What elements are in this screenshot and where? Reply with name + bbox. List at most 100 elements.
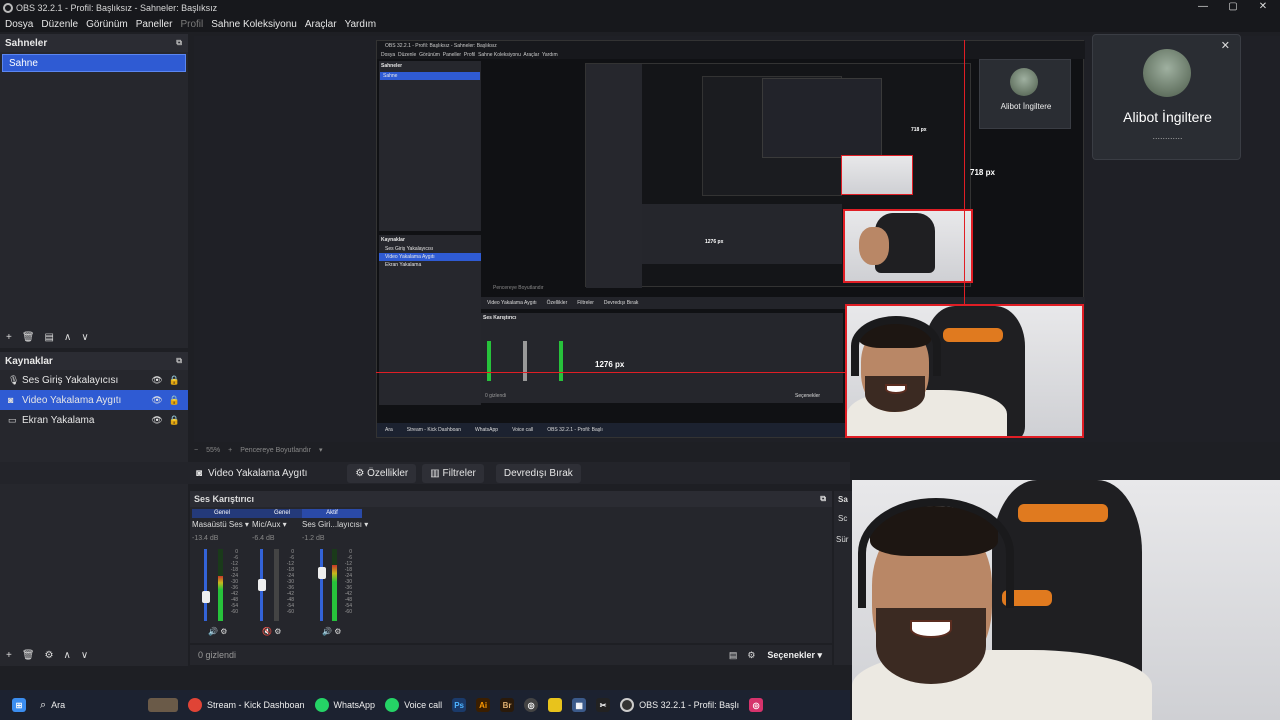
volume-knob[interactable] bbox=[318, 567, 326, 579]
taskbar-item-bridge[interactable]: Br bbox=[500, 690, 515, 720]
menu-profil[interactable]: Profil bbox=[180, 19, 203, 30]
move-down-icon[interactable]: ∨ bbox=[81, 650, 88, 661]
gear-icon[interactable]: ⚙ bbox=[45, 650, 54, 661]
nested-ctx-props: Özellikler bbox=[546, 300, 568, 306]
source-item-screen[interactable]: ▭ Ekran Yakalama 👁 🔒 bbox=[0, 410, 188, 430]
volume-knob[interactable] bbox=[202, 591, 210, 603]
settings-icon[interactable]: ⚙ bbox=[274, 627, 281, 636]
selected-webcam-source[interactable] bbox=[845, 304, 1084, 438]
fit-to-window[interactable]: Pencereye Boyutlandır bbox=[240, 447, 311, 454]
nested-popup: Alibot İngiltere bbox=[979, 59, 1071, 129]
channel-name-text: Mic/Aux bbox=[252, 520, 281, 529]
menu-dosya[interactable]: Dosya bbox=[5, 19, 33, 30]
distance-label-1276: 1276 px bbox=[595, 360, 625, 369]
source-item-audio[interactable]: 🎙 Ses Giriş Yakalayıcısı 👁 🔒 bbox=[0, 370, 188, 390]
eye-icon[interactable]: 👁 bbox=[151, 375, 162, 386]
taskbar-item-instagram[interactable]: ◎ bbox=[749, 690, 764, 720]
nested-sources-title: Kaynaklar bbox=[381, 237, 405, 243]
taskbar-item-notes[interactable] bbox=[548, 690, 563, 720]
taskbar-item-whatsapp[interactable]: WhatsApp bbox=[314, 690, 375, 720]
add-icon[interactable]: + bbox=[6, 332, 12, 343]
level-meter bbox=[274, 549, 279, 621]
lock-icon[interactable]: 🔒 bbox=[169, 375, 180, 386]
nested-menu-item: Sahne Koleksiyonu bbox=[478, 52, 521, 58]
channel-name-text: Masaüstü Ses bbox=[192, 520, 243, 529]
scene-item[interactable]: Sahne bbox=[2, 54, 186, 72]
obs-icon bbox=[620, 698, 635, 712]
add-icon[interactable]: + bbox=[6, 650, 12, 661]
menu-paneller[interactable]: Paneller bbox=[136, 19, 173, 30]
nested-mixer: Ses Karıştırıcı 0 gizlendi Seçenekler bbox=[481, 313, 843, 403]
close-icon[interactable]: ✕ bbox=[1221, 39, 1230, 52]
taskbar-widget[interactable] bbox=[148, 690, 178, 720]
settings-icon[interactable]: ⚙ bbox=[220, 627, 227, 636]
chevron-down-icon[interactable]: ▾ bbox=[319, 446, 323, 454]
menu-yardim[interactable]: Yardım bbox=[345, 19, 377, 30]
photoshop-icon: Ps bbox=[452, 698, 467, 712]
taskbar-item-chrome[interactable]: Stream - Kick Dashboan bbox=[188, 690, 305, 720]
menu-duzenle[interactable]: Düzenle bbox=[41, 19, 78, 30]
scenes-title: Sahneler bbox=[5, 37, 48, 49]
settings-icon[interactable]: ⚙ bbox=[334, 627, 341, 636]
lock-icon[interactable]: 🔒 bbox=[169, 415, 180, 426]
undock-icon[interactable]: ⧉ bbox=[176, 356, 182, 366]
volume-slider[interactable] bbox=[204, 549, 207, 621]
nested-taskbar-search: Ara bbox=[385, 427, 393, 433]
undock-icon[interactable]: ⧉ bbox=[176, 38, 182, 48]
close-button[interactable]: ✕ bbox=[1248, 0, 1278, 14]
options-button[interactable]: Seçenekler ▾ bbox=[767, 650, 822, 661]
properties-button[interactable]: ⚙ Özellikler bbox=[347, 463, 417, 483]
eye-icon[interactable]: 👁 bbox=[151, 395, 162, 406]
move-up-icon[interactable]: ∧ bbox=[64, 650, 71, 661]
move-down-icon[interactable]: ∨ bbox=[81, 332, 88, 343]
distance-label-718: 718 px bbox=[970, 168, 995, 177]
speaker-icon[interactable]: 🔊 bbox=[208, 627, 218, 636]
taskbar-item-calculator[interactable]: ▦ bbox=[572, 690, 587, 720]
taskbar-item-xbox[interactable]: ◎ bbox=[524, 690, 539, 720]
taskbar-label: OBS 32.2.1 - Profil: Başlı bbox=[639, 700, 740, 710]
nested-source-item: Ekran Yakalama bbox=[385, 262, 422, 268]
move-up-icon[interactable]: ∧ bbox=[64, 332, 71, 343]
zoom-minus-icon[interactable]: − bbox=[194, 447, 198, 454]
taskbar-item-voicecall[interactable]: Voice call bbox=[385, 690, 442, 720]
taskbar-item-obs[interactable]: OBS 32.2.1 - Profil: Başlı bbox=[620, 690, 739, 720]
volume-slider[interactable] bbox=[320, 549, 323, 621]
source-item-video[interactable]: ◙ Video Yakalama Aygıtı 👁 🔒 bbox=[0, 390, 188, 410]
zoom-level[interactable]: 55% bbox=[206, 447, 220, 454]
taskbar-item-photoshop[interactable]: Ps bbox=[452, 690, 467, 720]
webcam-overlay bbox=[852, 480, 1280, 720]
minimize-button[interactable]: — bbox=[1188, 0, 1218, 14]
menu-araclar[interactable]: Araçlar bbox=[305, 19, 337, 30]
maximize-button[interactable]: ▢ bbox=[1218, 0, 1248, 14]
start-button[interactable]: ⊞ bbox=[12, 690, 26, 720]
undock-icon[interactable]: ⧉ bbox=[820, 494, 826, 504]
filter-icon[interactable]: ▤ bbox=[45, 332, 54, 343]
taskbar-item-capcut[interactable]: ✂ bbox=[596, 690, 611, 720]
taskbar-item-illustrator[interactable]: Ai bbox=[476, 690, 491, 720]
mixer-layout-icon[interactable]: ▤ bbox=[729, 650, 738, 661]
filters-button[interactable]: ▥ Filtreler bbox=[422, 463, 484, 483]
menu-gorunum[interactable]: Görünüm bbox=[86, 19, 128, 30]
taskbar: ⊞ ⌕ Ara Stream - Kick Dashboan WhatsApp … bbox=[0, 690, 850, 720]
zoom-plus-icon[interactable]: + bbox=[228, 447, 232, 454]
lock-icon[interactable]: 🔒 bbox=[169, 395, 180, 406]
muted-speaker-icon[interactable]: 🔇 bbox=[262, 627, 272, 636]
mixer-settings-icon[interactable]: ⚙ bbox=[747, 650, 755, 661]
nested-taskbar-item: Voice call bbox=[512, 427, 534, 433]
nested-mixer-title: Ses Karıştırıcı bbox=[483, 315, 517, 321]
menu-sahne-koleksiyonu[interactable]: Sahne Koleksiyonu bbox=[211, 19, 297, 30]
trash-icon[interactable]: 🗑 bbox=[22, 332, 35, 343]
volume-knob[interactable] bbox=[258, 579, 266, 591]
channel-name[interactable]: Ses Giri...layıcısı ▾ bbox=[302, 520, 368, 529]
capcut-icon: ✂ bbox=[596, 698, 611, 712]
eye-icon[interactable]: 👁 bbox=[151, 415, 162, 426]
illustrator-icon: Ai bbox=[476, 698, 491, 712]
taskbar-search[interactable]: ⌕ Ara bbox=[40, 690, 144, 720]
speaker-icon[interactable]: 🔊 bbox=[322, 627, 332, 636]
monitor-icon: ▭ bbox=[8, 414, 17, 425]
nested-menu-item: Araçlar bbox=[523, 52, 540, 58]
trash-icon[interactable]: 🗑 bbox=[22, 650, 35, 661]
nested-mixer-options: Seçenekler bbox=[795, 393, 821, 399]
deactivate-button[interactable]: Devredışı Bırak bbox=[495, 463, 581, 483]
channel-name[interactable]: Masaüstü Ses ▾ bbox=[192, 520, 252, 529]
